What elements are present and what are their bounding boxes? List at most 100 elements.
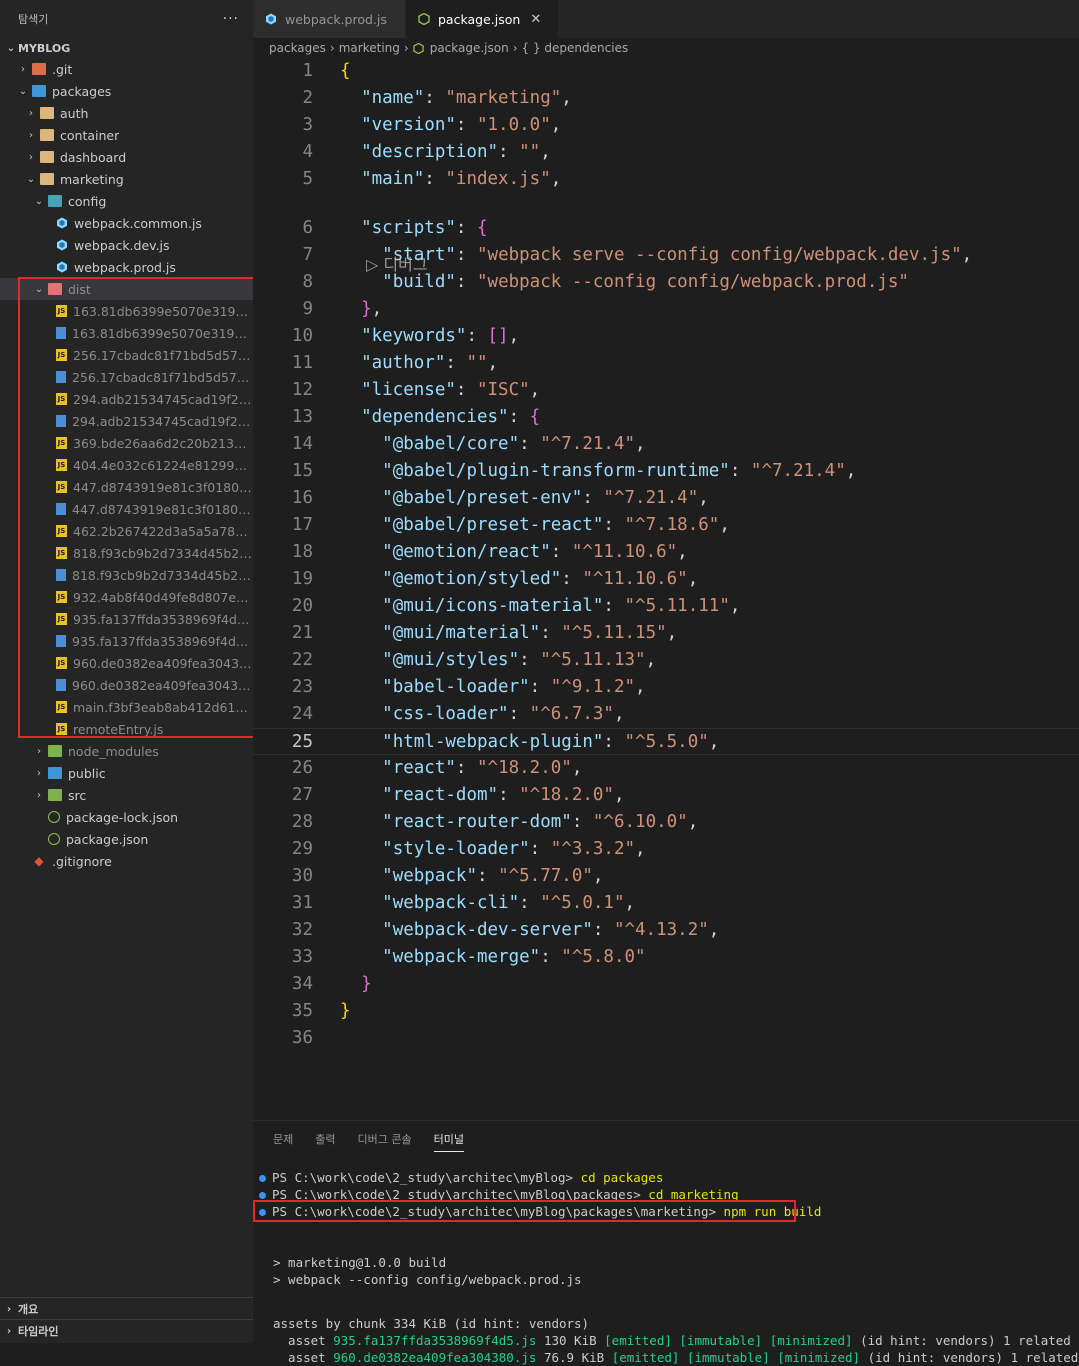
chevron-right-icon[interactable]: › — [32, 768, 46, 779]
chevron-down-icon[interactable]: ⌄ — [24, 174, 38, 185]
tree-folder[interactable]: ⌄ dist — [0, 278, 253, 300]
code-line[interactable]: 12 "license": "ISC", — [253, 377, 1079, 404]
code-line[interactable]: 8 "build": "webpack --config config/webp… — [253, 269, 1079, 296]
tree-folder[interactable]: ⌄ config — [0, 190, 253, 212]
tree-file[interactable]: webpack.common.js — [0, 212, 253, 234]
code-line[interactable]: 10 "keywords": [], — [253, 323, 1079, 350]
chevron-right-icon[interactable]: › — [32, 746, 46, 757]
tree-file[interactable]: JS 369.bde26aa6d2c20b21369f.js — [0, 432, 253, 454]
tree-file[interactable]: JS 294.adb21534745cad19f22f.js — [0, 388, 253, 410]
tree-folder[interactable]: › node_modules — [0, 740, 253, 762]
code-line[interactable]: 9 }, — [253, 296, 1079, 323]
code-line[interactable]: 33 "webpack-merge": "^5.8.0" — [253, 944, 1079, 971]
code-line[interactable]: 34 } — [253, 971, 1079, 998]
breadcrumb-packages[interactable]: packages — [269, 41, 326, 55]
code-line[interactable]: 30 "webpack": "^5.77.0", — [253, 863, 1079, 890]
code-line[interactable]: 19 "@emotion/styled": "^11.10.6", — [253, 566, 1079, 593]
tab-package-json[interactable]: package.json ✕ — [406, 0, 559, 38]
code-line[interactable]: 29 "style-loader": "^3.3.2", — [253, 836, 1079, 863]
tree-file[interactable]: ◆ .gitignore — [0, 850, 253, 872]
code-line[interactable]: 13 "dependencies": { — [253, 404, 1079, 431]
code-line[interactable]: 24 "css-loader": "^6.7.3", — [253, 701, 1079, 728]
tree-file[interactable]: JS 447.d8743919e81c3f018055.js — [0, 476, 253, 498]
code-line[interactable]: 1{ — [253, 58, 1079, 85]
tree-file[interactable]: JS 163.81db6399e5070e31988... — [0, 300, 253, 322]
tree-file[interactable]: JS 960.de0382ea409fea304380.js — [0, 652, 253, 674]
code-line[interactable]: 18 "@emotion/react": "^11.10.6", — [253, 539, 1079, 566]
tree-file[interactable]: 447.d8743919e81c3f018055.... — [0, 498, 253, 520]
code-line[interactable]: 32 "webpack-dev-server": "^4.13.2", — [253, 917, 1079, 944]
chevron-down-icon[interactable]: ⌄ — [32, 284, 46, 295]
tree-folder[interactable]: › .git — [0, 58, 253, 80]
code-line[interactable]: 5 "main": "index.js", — [253, 166, 1079, 193]
tree-file[interactable]: 256.17cbadc81f71bd5d5763... — [0, 366, 253, 388]
tree-file[interactable]: JS 256.17cbadc81f71bd5d5763.js — [0, 344, 253, 366]
tree-folder[interactable]: ⌄ packages — [0, 80, 253, 102]
tab-webpack-prod[interactable]: webpack.prod.js — [253, 0, 406, 38]
code-line[interactable]: 27 "react-dom": "^18.2.0", — [253, 782, 1079, 809]
code-line[interactable]: 20 "@mui/icons-material": "^5.11.11", — [253, 593, 1079, 620]
code-line[interactable]: 15 "@babel/plugin-transform-runtime": "^… — [253, 458, 1079, 485]
code-line[interactable]: 16 "@babel/preset-env": "^7.21.4", — [253, 485, 1079, 512]
code-line[interactable]: 3 "version": "1.0.0", — [253, 112, 1079, 139]
code-line[interactable]: 36 — [253, 1025, 1079, 1052]
code-line[interactable]: 6 "scripts": { — [253, 215, 1079, 242]
tree-folder[interactable]: › public — [0, 762, 253, 784]
code-editor[interactable]: ▷ 디버그 1{2 "name": "marketing", 3 "version… — [253, 58, 1079, 1108]
tree-folder[interactable]: › dashboard — [0, 146, 253, 168]
tree-folder[interactable]: › src — [0, 784, 253, 806]
tree-file[interactable]: webpack.dev.js — [0, 234, 253, 256]
chevron-right-icon[interactable]: › — [16, 64, 30, 75]
code-line[interactable]: 7 "start": "webpack serve --config confi… — [253, 242, 1079, 269]
chevron-down-icon[interactable]: ⌄ — [16, 86, 30, 97]
breadcrumb-symbol[interactable]: { } dependencies — [522, 41, 629, 55]
outline-section[interactable]: › 개요 — [0, 1297, 253, 1320]
code-line[interactable]: 2 "name": "marketing", — [253, 85, 1079, 112]
tree-file[interactable]: package.json — [0, 828, 253, 850]
tab-terminal[interactable]: 터미널 — [433, 1131, 464, 1152]
workspace-root[interactable]: ⌄ MYBLOG — [0, 38, 253, 58]
tab-output[interactable]: 출력 — [315, 1131, 335, 1152]
breadcrumb-marketing[interactable]: marketing — [339, 41, 400, 55]
code-line[interactable]: 28 "react-router-dom": "^6.10.0", — [253, 809, 1079, 836]
tree-file[interactable]: package-lock.json — [0, 806, 253, 828]
tree-file[interactable]: 294.adb21534745cad19f22f.j... — [0, 410, 253, 432]
tree-file[interactable]: JS 935.fa137ffda3538969f4d5.js — [0, 608, 253, 630]
code-line[interactable]: 14 "@babel/core": "^7.21.4", — [253, 431, 1079, 458]
tree-folder[interactable]: › auth — [0, 102, 253, 124]
tree-file[interactable]: JS 932.4ab8f40d49fe8d807e50.js — [0, 586, 253, 608]
timeline-section[interactable]: › 타임라인 — [0, 1319, 253, 1342]
tab-debug-console[interactable]: 디버그 콘솔 — [358, 1131, 412, 1152]
code-line[interactable]: 11 "author": "", — [253, 350, 1079, 377]
tree-file[interactable]: 163.81db6399e5070e31988... — [0, 322, 253, 344]
tree-file[interactable]: webpack.prod.js — [0, 256, 253, 278]
chevron-right-icon[interactable]: › — [24, 130, 38, 141]
code-line[interactable]: 31 "webpack-cli": "^5.0.1", — [253, 890, 1079, 917]
code-line[interactable]: 35} — [253, 998, 1079, 1025]
chevron-down-icon[interactable]: ⌄ — [32, 196, 46, 207]
chevron-right-icon[interactable]: › — [32, 790, 46, 801]
chevron-right-icon[interactable]: › — [24, 108, 38, 119]
tree-file[interactable]: JS remoteEntry.js — [0, 718, 253, 740]
tab-problems[interactable]: 문제 — [273, 1131, 293, 1152]
code-line[interactable]: 17 "@babel/preset-react": "^7.18.6", — [253, 512, 1079, 539]
tree-file[interactable]: 818.f93cb9b2d7334d45b297... — [0, 564, 253, 586]
close-tab-icon[interactable]: ✕ — [530, 12, 541, 27]
tree-file[interactable]: JS 404.4e032c61224e8129934d... — [0, 454, 253, 476]
tree-file[interactable]: 935.fa137ffda3538969f4d5.js... — [0, 630, 253, 652]
breadcrumb-file[interactable]: package.json — [430, 41, 509, 55]
tree-folder[interactable]: › container — [0, 124, 253, 146]
tree-folder[interactable]: ⌄ marketing — [0, 168, 253, 190]
tree-file[interactable]: JS 818.f93cb9b2d7334d45b297... — [0, 542, 253, 564]
code-line[interactable]: 22 "@mui/styles": "^5.11.13", — [253, 647, 1079, 674]
code-line[interactable]: 26 "react": "^18.2.0", — [253, 755, 1079, 782]
tree-file[interactable]: 960.de0382ea409fea304380.... — [0, 674, 253, 696]
code-line[interactable]: 4 "description": "", — [253, 139, 1079, 166]
code-line[interactable]: 25 "html-webpack-plugin": "^5.5.0", — [253, 728, 1079, 755]
code-line[interactable]: 23 "babel-loader": "^9.1.2", — [253, 674, 1079, 701]
tree-file[interactable]: JS main.f3bf3eab8ab412d61ef9... — [0, 696, 253, 718]
code-line[interactable]: 21 "@mui/material": "^5.11.15", — [253, 620, 1079, 647]
chevron-right-icon[interactable]: › — [24, 152, 38, 163]
more-actions-icon[interactable]: ··· — [223, 11, 239, 27]
tree-file[interactable]: JS 462.2b267422d3a5a5a784d... — [0, 520, 253, 542]
